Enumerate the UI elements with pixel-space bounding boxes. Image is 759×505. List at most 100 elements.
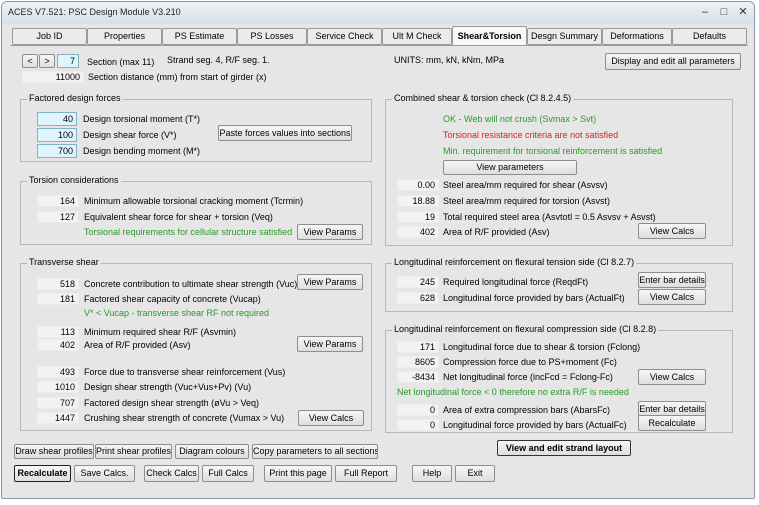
full-report-button[interactable]: Full Report xyxy=(335,465,397,482)
vu-label: Design shear strength (Vuc+Vus+Pv) (Vu) xyxy=(84,382,252,392)
print-shear-profiles-button[interactable]: Print shear profiles xyxy=(95,444,172,459)
torsion-view-params-button[interactable]: View Params xyxy=(297,224,363,240)
actualft-value: 628 xyxy=(397,292,439,304)
torsion-input[interactable]: 40 xyxy=(37,112,77,126)
combined-view-calcs-button[interactable]: View Calcs xyxy=(638,223,706,239)
reqdft-label: Required longitudinal force (ReqdFt) xyxy=(443,277,589,287)
asv-label: Area of R/F provided (Asv) xyxy=(84,340,191,350)
section-number-input[interactable]: 7 xyxy=(57,54,79,68)
torsion-title: Torsion considerations xyxy=(27,175,121,185)
fc-label: Compression force due to PS+moment (Fc) xyxy=(443,357,617,367)
units-label: UNITS: mm, kN, kNm, MPa xyxy=(394,55,504,65)
diagram-colours-button[interactable]: Diagram colours xyxy=(175,444,249,459)
copy-params-button[interactable]: Copy parameters to all sections xyxy=(252,444,378,459)
title-bar: ACES V7.521: PSC Design Module V3.210 – … xyxy=(2,2,754,24)
combined-asv-label: Area of R/F provided (Asv) xyxy=(443,227,550,237)
next-section-button[interactable]: > xyxy=(39,54,55,68)
asvsv-label: Steel area/mm required for shear (Asvsv) xyxy=(443,180,608,190)
torsion-status: Torsional requirements for cellular stru… xyxy=(84,227,293,237)
veq-label: Equivalent shear force for shear + torsi… xyxy=(84,212,273,222)
combined-status-crush: OK - Web will not crush (Svmax > Svt) xyxy=(443,114,597,124)
tab-defaults[interactable]: Defaults xyxy=(672,28,747,45)
print-page-button[interactable]: Print this page xyxy=(264,465,332,482)
asv-view-params-button[interactable]: View Params xyxy=(297,336,363,352)
view-strand-layout-button[interactable]: View and edit strand layout xyxy=(497,440,631,456)
asv-value: 402 xyxy=(37,339,79,351)
tension-enter-bar-button[interactable]: Enter bar details xyxy=(638,272,706,288)
long-compression-title: Longitudinal reinforcement on flexural c… xyxy=(392,324,659,334)
vucap-value: 181 xyxy=(37,293,79,305)
tcrmin-value: 164 xyxy=(37,195,79,207)
factored-forces-title: Factored design forces xyxy=(27,93,123,103)
application-window: ACES V7.521: PSC Design Module V3.210 – … xyxy=(1,1,755,499)
full-calcs-button[interactable]: Full Calcs xyxy=(202,465,254,482)
check-calcs-button[interactable]: Check Calcs xyxy=(144,465,199,482)
exit-button[interactable]: Exit xyxy=(455,465,495,482)
tab-ps-losses[interactable]: PS Losses xyxy=(237,28,307,45)
actualft-label: Longitudinal force provided by bars (Act… xyxy=(443,293,625,303)
asvst-value: 18.88 xyxy=(397,195,439,207)
combined-view-params-button[interactable]: View parameters xyxy=(443,160,577,175)
incfcd-value: -8434 xyxy=(397,371,439,383)
tab-shear-torsion[interactable]: Shear&Torsion xyxy=(452,26,527,46)
tab-divider xyxy=(10,45,748,46)
section-distance-value: 11000 xyxy=(22,71,84,83)
transverse-status: V* < Vucap - transverse shear RF not req… xyxy=(84,308,270,318)
tension-view-calcs-button[interactable]: View Calcs xyxy=(638,289,706,305)
recalculate-button[interactable]: Recalculate xyxy=(14,465,71,482)
compression-status: Net longitudinal force < 0 therefore no … xyxy=(397,387,629,397)
strand-info: Strand seg. 4, R/F seg. 1. xyxy=(167,55,270,65)
vus-label: Force due to transverse shear reinforcem… xyxy=(84,367,286,377)
tab-service-check[interactable]: Service Check xyxy=(307,28,382,45)
close-button[interactable]: ✕ xyxy=(734,5,752,20)
maximize-button[interactable]: □ xyxy=(715,5,733,20)
torsion-label: Design torsional moment (T*) xyxy=(83,114,201,124)
prev-section-button[interactable]: < xyxy=(22,54,38,68)
tab-ult-m-check[interactable]: Ult M Check xyxy=(382,28,452,45)
bending-label: Design bending moment (M*) xyxy=(83,146,201,156)
tcrmin-label: Minimum allowable torsional cracking mom… xyxy=(84,196,304,206)
display-all-params-button[interactable]: Display and edit all parameters xyxy=(605,53,741,70)
abarsfc-value: 0 xyxy=(397,404,439,416)
combined-status-min: Min. requirement for torsional reinforce… xyxy=(443,146,663,156)
combined-asv-value: 402 xyxy=(397,226,439,238)
abarsfc-label: Area of extra compression bars (AbarsFc) xyxy=(443,405,611,415)
vuc-view-params-button[interactable]: View Params xyxy=(297,274,363,290)
window-title: ACES V7.521: PSC Design Module V3.210 xyxy=(8,7,181,17)
vucap-label: Factored shear capacity of concrete (Vuc… xyxy=(84,294,261,304)
combined-check-title: Combined shear & torsion check (Cl 8.2.4… xyxy=(392,93,574,103)
phivu-label: Factored design shear strength (øVu > Ve… xyxy=(84,398,260,408)
save-calcs-button[interactable]: Save Calcs. xyxy=(74,465,135,482)
vumax-view-calcs-button[interactable]: View Calcs xyxy=(298,410,364,426)
shear-input[interactable]: 100 xyxy=(37,128,77,142)
actualfc-value: 0 xyxy=(397,419,439,431)
asvmin-label: Minimum required shear R/F (Asvmin) xyxy=(84,327,237,337)
draw-shear-profiles-button[interactable]: Draw shear profiles xyxy=(14,444,94,459)
bending-input[interactable]: 700 xyxy=(37,144,77,158)
compression-view-calcs-button[interactable]: View Calcs xyxy=(638,369,706,385)
tab-job-id[interactable]: Job ID xyxy=(12,28,87,45)
reqdft-value: 245 xyxy=(397,276,439,288)
tab-ps-estimate[interactable]: PS Estimate xyxy=(162,28,237,45)
section-max-label: Section (max 11) xyxy=(87,57,155,67)
transverse-shear-title: Transverse shear xyxy=(27,257,101,267)
minimize-button[interactable]: – xyxy=(696,5,714,20)
vumax-label: Crushing shear strength of concrete (Vum… xyxy=(84,413,285,423)
paste-forces-button[interactable]: Paste forces values into sections xyxy=(218,125,352,141)
asvst-label: Steel area/mm required for torsion (Asvs… xyxy=(443,196,611,206)
help-button[interactable]: Help xyxy=(412,465,452,482)
fclong-value: 171 xyxy=(397,341,439,353)
long-tension-title: Longitudinal reinforcement on flexural t… xyxy=(392,257,637,267)
actualfc-label: Longitudinal force provided by bars (Act… xyxy=(443,420,627,430)
vuc-label: Concrete contribution to ultimate shear … xyxy=(84,279,298,289)
vu-value: 1010 xyxy=(37,381,79,393)
vus-value: 493 xyxy=(37,366,79,378)
tab-deformations[interactable]: Deformations xyxy=(602,28,672,45)
asvmin-value: 113 xyxy=(37,326,79,338)
incfcd-label: Net longitudinal force (incFcd = Fclong-… xyxy=(443,372,613,382)
compression-recalculate-button[interactable]: Recalculate xyxy=(638,415,706,431)
tab-properties[interactable]: Properties xyxy=(87,28,162,45)
asvtotl-value: 19 xyxy=(397,211,439,223)
section-distance-label: Section distance (mm) from start of gird… xyxy=(88,72,267,82)
tab-design-summary[interactable]: Desgn Summary xyxy=(527,28,602,45)
